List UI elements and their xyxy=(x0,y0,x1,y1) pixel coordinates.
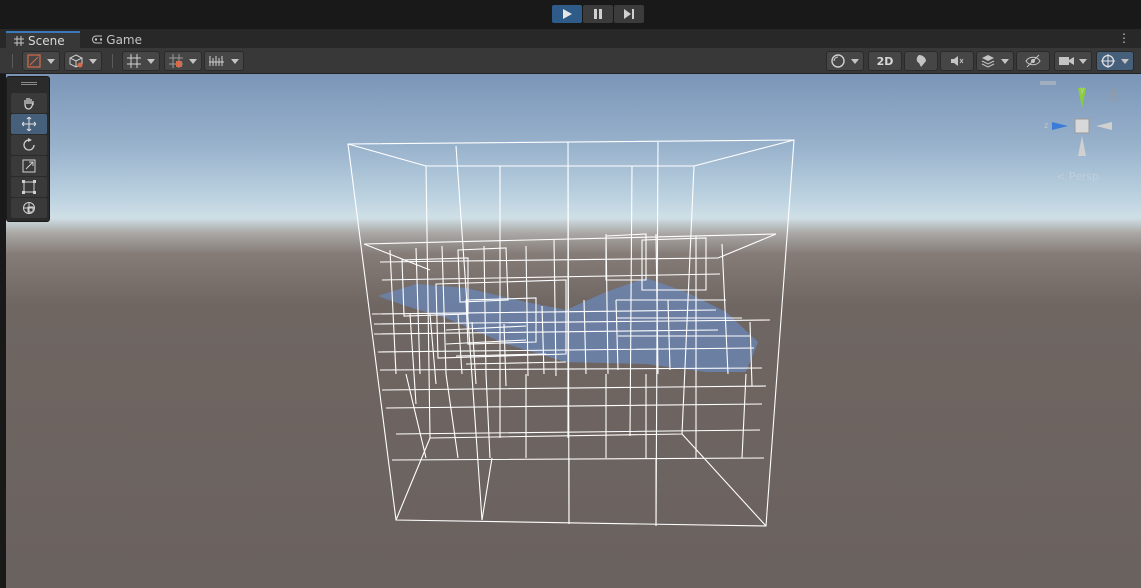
camera-icon xyxy=(1059,57,1074,65)
rect-transform-icon xyxy=(22,180,36,194)
scene-viewport[interactable] xyxy=(6,74,1141,588)
play-icon xyxy=(563,9,572,19)
hand-icon xyxy=(24,98,34,110)
layers-icon xyxy=(981,55,995,68)
play-controls xyxy=(552,5,644,23)
hand-tool-button[interactable] xyxy=(11,93,47,113)
grid-snap-icon xyxy=(127,54,141,68)
gizmos-dropdown[interactable] xyxy=(1096,51,1134,71)
gamepad-icon xyxy=(92,35,103,44)
ruler-icon xyxy=(209,56,224,66)
rotate-tool-button[interactable] xyxy=(11,135,47,155)
speaker-icon xyxy=(951,56,964,66)
more-options-icon[interactable]: ⋮ xyxy=(1118,31,1130,45)
scale-tool-button[interactable] xyxy=(11,156,47,176)
octree-wireframe xyxy=(347,139,795,527)
light-icon xyxy=(916,55,926,67)
toggle-2d-button[interactable]: 2D xyxy=(868,51,902,71)
tab-game-label: Game xyxy=(106,32,142,47)
snap-icon xyxy=(169,54,183,68)
grid-visibility-dropdown[interactable] xyxy=(122,51,160,71)
draw-mode-dropdown[interactable] xyxy=(22,51,60,71)
grid-icon xyxy=(14,35,24,46)
transform-icon xyxy=(23,202,35,214)
camera-dropdown[interactable] xyxy=(1054,51,1092,71)
gizmo-icon xyxy=(1101,54,1115,68)
rect-tool-button[interactable] xyxy=(11,177,47,197)
tab-game[interactable]: Game xyxy=(84,31,150,48)
palette-handle[interactable] xyxy=(21,82,37,85)
pause-button[interactable] xyxy=(583,5,613,23)
move-icon xyxy=(22,117,36,131)
step-button[interactable] xyxy=(614,5,644,23)
draw-mode-icon xyxy=(27,54,41,68)
shading-mode-dropdown[interactable] xyxy=(64,51,102,71)
pause-icon xyxy=(594,9,602,19)
scale-icon xyxy=(22,159,36,173)
shading-sphere-dropdown[interactable] xyxy=(826,51,864,71)
gizmo-z-label: z xyxy=(1044,121,1048,130)
move-tool-button[interactable] xyxy=(11,114,47,134)
snap-settings-dropdown[interactable] xyxy=(164,51,202,71)
perspective-label[interactable]: < Persp xyxy=(1056,170,1099,183)
scene-toolbar: 2D xyxy=(0,48,1141,74)
hidden-objects-toggle[interactable] xyxy=(1016,51,1050,71)
increment-snap-dropdown[interactable] xyxy=(204,51,244,71)
sphere-icon xyxy=(831,54,845,68)
rotate-icon xyxy=(23,138,35,151)
tools-palette xyxy=(6,76,50,222)
audio-toggle[interactable] xyxy=(940,51,974,71)
toolbar-grip xyxy=(112,54,114,68)
play-button[interactable] xyxy=(552,5,582,23)
eye-off-icon xyxy=(1025,54,1041,68)
toggle-2d-label: 2D xyxy=(876,54,894,68)
tab-bar: Scene Game ⋮ xyxy=(0,29,1141,48)
gizmo-y-label: y xyxy=(1080,85,1085,94)
tab-scene[interactable]: Scene xyxy=(6,31,80,48)
transform-tool-button[interactable] xyxy=(11,198,47,218)
tab-scene-label: Scene xyxy=(28,33,65,48)
effects-dropdown[interactable] xyxy=(976,51,1014,71)
step-icon xyxy=(624,9,634,19)
cube-icon xyxy=(69,54,83,68)
axis-gizmo-icon: y z xyxy=(1040,81,1117,156)
toolbar-grip xyxy=(12,54,14,68)
lighting-toggle[interactable] xyxy=(904,51,938,71)
play-bar xyxy=(0,0,1141,29)
